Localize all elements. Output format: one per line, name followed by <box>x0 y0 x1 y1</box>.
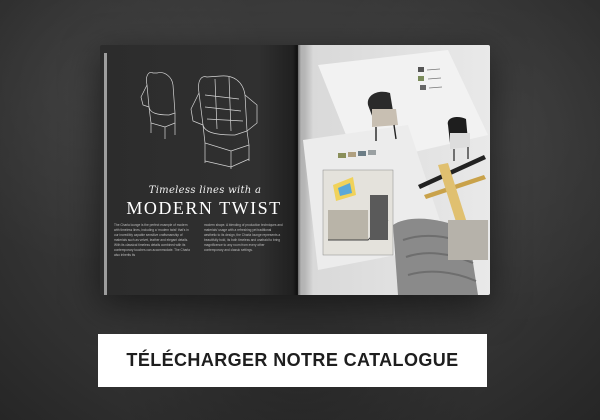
catalog-spine <box>293 45 305 295</box>
download-catalog-button[interactable]: TÉLÉCHARGER NOTRE CATALOGUE <box>98 334 487 387</box>
catalog-headline-script: Timeless lines with a <box>148 185 262 196</box>
catalog-right-page <box>298 45 490 295</box>
catalog-headline: MODERN TWIST <box>126 198 282 218</box>
catalog-body-text-col-2: modern shape. A blending of production t… <box>204 223 283 252</box>
chair-sketch-illustration <box>140 72 258 169</box>
catalog-mockup: Timeless lines with a MODERN TWIST The C… <box>100 40 495 300</box>
page-edge <box>104 53 107 295</box>
catalog-left-page: Timeless lines with a MODERN TWIST The C… <box>100 45 298 295</box>
design-collage-image <box>303 50 488 295</box>
catalog-body-text-col-1: The Charla lounge is the perfect example… <box>114 223 190 257</box>
